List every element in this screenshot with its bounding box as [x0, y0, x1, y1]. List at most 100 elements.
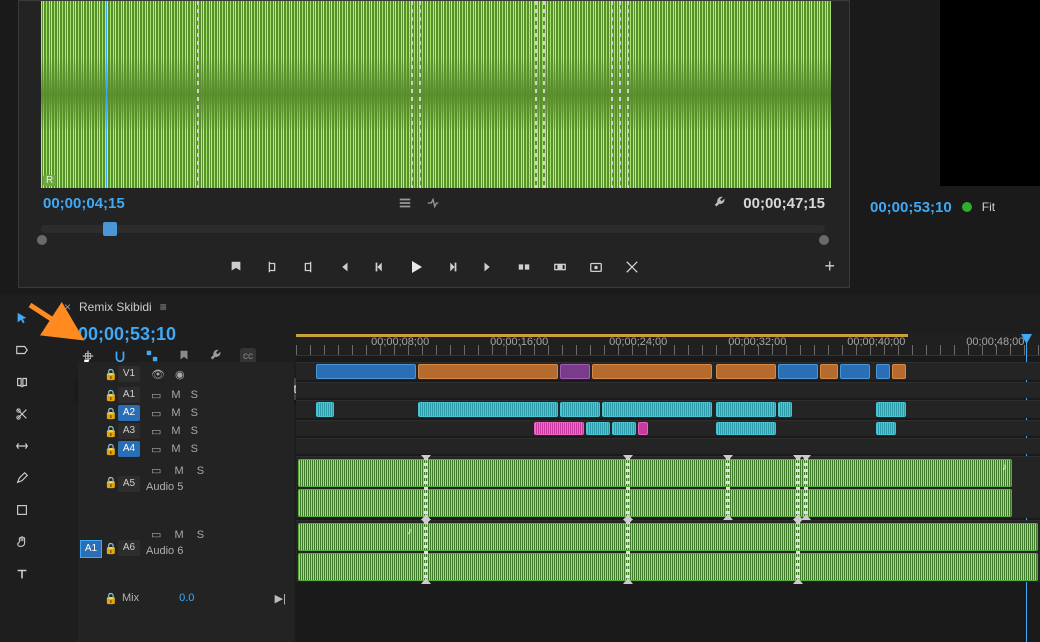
- source-in-timecode[interactable]: 00;00;04;15: [43, 195, 125, 212]
- solo-button[interactable]: S: [186, 425, 203, 437]
- sync-lock-icon[interactable]: ◉: [170, 368, 190, 381]
- track-lane-a6[interactable]: ♪: [296, 520, 1040, 582]
- audio-clip[interactable]: ♪: [298, 523, 1038, 551]
- button-editor-add[interactable]: +: [824, 256, 835, 277]
- track-target-a3[interactable]: A3: [118, 423, 140, 439]
- audio-clip[interactable]: [586, 422, 610, 435]
- audio-clip[interactable]: [876, 422, 896, 435]
- selection-tool[interactable]: [12, 308, 32, 328]
- video-clip[interactable]: [418, 364, 558, 379]
- play-button[interactable]: [408, 259, 424, 275]
- solo-button[interactable]: S: [192, 465, 209, 477]
- go-to-next-keyframe-icon[interactable]: ▶|: [275, 592, 286, 605]
- video-clip[interactable]: [840, 364, 870, 379]
- timeline-playhead-timecode[interactable]: 00;00;53;10: [78, 324, 176, 345]
- go-to-out-button[interactable]: [480, 259, 496, 275]
- track-lane-v1[interactable]: [296, 362, 1040, 380]
- solo-button[interactable]: S: [192, 529, 209, 541]
- mark-in-button[interactable]: [264, 259, 280, 275]
- video-clip[interactable]: [716, 364, 776, 379]
- comparison-view-button[interactable]: [624, 259, 640, 275]
- track-target-a6[interactable]: A6: [118, 540, 140, 556]
- toggle-track-output-icon[interactable]: ▭: [146, 389, 166, 402]
- track-header-a6[interactable]: A1 🔒 A6 ▭ M S Audio 6: [78, 524, 294, 586]
- toggle-track-output-icon[interactable]: ▭: [146, 425, 166, 438]
- type-tool[interactable]: [12, 564, 32, 584]
- audio-clip[interactable]: [716, 422, 776, 435]
- source-out-timecode[interactable]: 00;00;47;15: [743, 195, 825, 212]
- sequence-menu-icon[interactable]: ≡: [160, 300, 167, 314]
- step-forward-button[interactable]: [444, 259, 460, 275]
- audio-clip[interactable]: [778, 402, 792, 417]
- lock-icon[interactable]: 🔒: [104, 592, 118, 605]
- track-lane-a4[interactable]: [296, 438, 1040, 454]
- toggle-track-output-icon[interactable]: 👁: [146, 368, 170, 381]
- audio-clip[interactable]: [602, 402, 712, 417]
- track-select-tool[interactable]: [12, 340, 32, 360]
- toggle-track-output-icon[interactable]: ▭: [146, 529, 166, 541]
- track-target-v1[interactable]: V1: [118, 366, 140, 382]
- toggle-track-output-icon[interactable]: ▭: [146, 465, 166, 477]
- mix-level-value[interactable]: 0.0: [179, 592, 194, 604]
- ripple-edit-tool[interactable]: [12, 372, 32, 392]
- track-header-a2[interactable]: 🔒 A2 ▭ M S: [78, 404, 294, 422]
- audio-clip[interactable]: [418, 402, 558, 417]
- list-view-icon[interactable]: [398, 196, 412, 210]
- program-timecode[interactable]: 00;00;53;10: [870, 199, 952, 216]
- timeline-ruler[interactable]: 00;00;08;00 00;00;16;00 00;00;24;00 00;0…: [296, 334, 1040, 356]
- overwrite-button[interactable]: [552, 259, 568, 275]
- remix-audio-clip[interactable]: ♪: [298, 459, 1012, 487]
- source-zoom-thumb[interactable]: [103, 222, 117, 236]
- razor-tool[interactable]: [12, 404, 32, 424]
- mute-button[interactable]: M: [166, 407, 185, 419]
- mix-track-header[interactable]: 🔒 Mix 0.0 ▶|: [78, 588, 294, 608]
- lock-icon[interactable]: 🔒: [104, 368, 118, 381]
- audio-clip[interactable]: [716, 402, 776, 417]
- solo-button[interactable]: S: [186, 443, 203, 455]
- settings-wrench-icon[interactable]: [713, 196, 727, 210]
- timeline-clip-area[interactable]: ♪ ♪: [296, 356, 1040, 642]
- audio-clip[interactable]: [560, 402, 600, 417]
- program-monitor-viewport[interactable]: [940, 0, 1040, 186]
- slip-tool[interactable]: [12, 436, 32, 456]
- remix-audio-clip[interactable]: [298, 489, 1012, 517]
- insert-button[interactable]: [516, 259, 532, 275]
- track-header-a1[interactable]: 🔒 A1 ▭ M S: [78, 386, 294, 404]
- audio-clip[interactable]: [298, 553, 1038, 581]
- lock-icon[interactable]: 🔒: [104, 389, 118, 402]
- go-to-in-button[interactable]: [336, 259, 352, 275]
- step-back-button[interactable]: [372, 259, 388, 275]
- track-lane-a5[interactable]: ♪: [296, 456, 1040, 518]
- track-lane-a2[interactable]: [296, 400, 1040, 418]
- zoom-level-dropdown[interactable]: Fit: [982, 200, 995, 214]
- video-clip[interactable]: [778, 364, 818, 379]
- mute-button[interactable]: M: [166, 425, 185, 437]
- mark-out-button[interactable]: [300, 259, 316, 275]
- video-clip[interactable]: [892, 364, 906, 379]
- sequence-tab[interactable]: × Remix Skibidi ≡: [64, 300, 167, 314]
- source-waveform[interactable]: R: [41, 1, 831, 188]
- track-target-a2[interactable]: A2: [118, 405, 140, 421]
- lock-icon[interactable]: 🔒: [104, 425, 118, 438]
- audio-clip[interactable]: [316, 402, 334, 417]
- track-target-a1[interactable]: A1: [118, 387, 140, 403]
- video-clip[interactable]: [316, 364, 416, 379]
- rectangle-tool[interactable]: [12, 500, 32, 520]
- track-header-a5[interactable]: 🔒 A5 ▭ M S Audio 5: [78, 460, 294, 522]
- track-target-a4[interactable]: A4: [118, 441, 140, 457]
- track-lane-a3[interactable]: [296, 420, 1040, 436]
- mute-button[interactable]: M: [169, 465, 188, 477]
- lock-icon[interactable]: 🔒: [104, 542, 118, 555]
- track-target-a5[interactable]: A5: [118, 476, 140, 492]
- track-header-v1[interactable]: 🔒 V1 👁 ◉: [78, 364, 294, 384]
- close-sequence-button[interactable]: ×: [64, 300, 71, 314]
- track-lane-a1[interactable]: [296, 382, 1040, 398]
- solo-button[interactable]: S: [186, 389, 203, 401]
- pen-tool[interactable]: [12, 468, 32, 488]
- lock-icon[interactable]: 🔒: [104, 443, 118, 456]
- mute-button[interactable]: M: [169, 529, 188, 541]
- video-clip[interactable]: [560, 364, 590, 379]
- export-frame-button[interactable]: [588, 259, 604, 275]
- audio-clip[interactable]: [612, 422, 636, 435]
- video-clip[interactable]: [592, 364, 712, 379]
